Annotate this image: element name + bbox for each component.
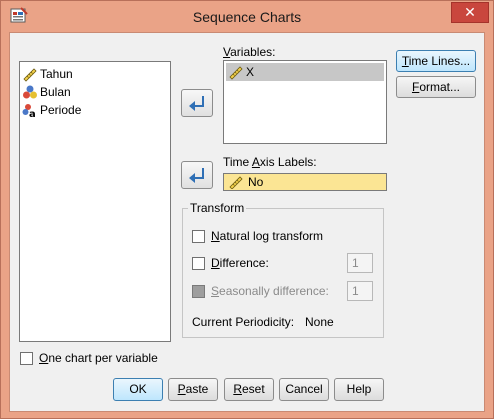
nominal-circles-icon [23, 85, 37, 99]
title-bar[interactable]: Sequence Charts ✕ [1, 1, 493, 32]
time-axis-labels-label: Time Axis Labels: [223, 155, 317, 169]
current-periodicity-value: None [305, 315, 334, 329]
variables-list[interactable]: X [223, 60, 387, 144]
transform-group: Transform Natural log transform Differen… [182, 201, 384, 338]
cancel-button[interactable]: Cancel [279, 378, 329, 401]
one-chart-per-variable-checkbox[interactable] [20, 352, 33, 365]
list-item[interactable]: Bulan [20, 83, 170, 101]
move-to-time-axis-button[interactable] [181, 161, 213, 189]
natural-log-label[interactable]: Natural log transform [211, 229, 323, 243]
close-icon: ✕ [464, 4, 476, 20]
seasonal-difference-checkbox[interactable] [192, 285, 205, 298]
dialog-client-area: Tahun Bulan a Periode Variables: X Time … [9, 32, 485, 412]
difference-spinner[interactable]: 1 [347, 253, 373, 273]
string-a-icon: a [22, 104, 36, 118]
time-axis-labels-field[interactable]: No [223, 173, 387, 191]
one-chart-per-variable-label[interactable]: One chart per variable [39, 351, 158, 365]
scale-ruler-icon [229, 176, 243, 189]
help-button[interactable]: Help [334, 378, 384, 401]
time-lines-button[interactable]: Time Lines... [396, 50, 476, 72]
window-title: Sequence Charts [192, 9, 302, 25]
list-item[interactable]: a Periode [20, 101, 170, 119]
arrow-left-icon [189, 168, 204, 183]
seasonal-difference-label: Seasonally difference: [211, 284, 329, 298]
svg-text:a: a [29, 109, 36, 118]
ok-button[interactable]: OK [113, 378, 163, 401]
transform-legend: Transform [188, 201, 247, 215]
current-periodicity-label: Current Periodicity: [192, 315, 295, 329]
variables-label: Variables: [223, 45, 276, 59]
close-button[interactable]: ✕ [451, 2, 489, 23]
sequence-charts-dialog: Sequence Charts ✕ Tahun Bulan a Periode … [0, 0, 494, 419]
list-item[interactable]: X [226, 63, 384, 81]
reset-button[interactable]: Reset [224, 378, 274, 401]
arrow-left-icon [189, 96, 204, 111]
move-to-variables-button[interactable] [181, 89, 213, 117]
difference-label[interactable]: Difference: [211, 256, 269, 270]
source-variable-list[interactable]: Tahun Bulan a Periode [19, 61, 171, 342]
scale-ruler-icon [229, 66, 243, 80]
paste-button[interactable]: Paste [168, 378, 218, 401]
scale-ruler-icon [23, 68, 37, 82]
list-item[interactable]: Tahun [20, 65, 170, 83]
seasonal-difference-spinner[interactable]: 1 [347, 281, 373, 301]
difference-checkbox[interactable] [192, 257, 205, 270]
format-button[interactable]: Format... [396, 76, 476, 98]
natural-log-checkbox[interactable] [192, 230, 205, 243]
